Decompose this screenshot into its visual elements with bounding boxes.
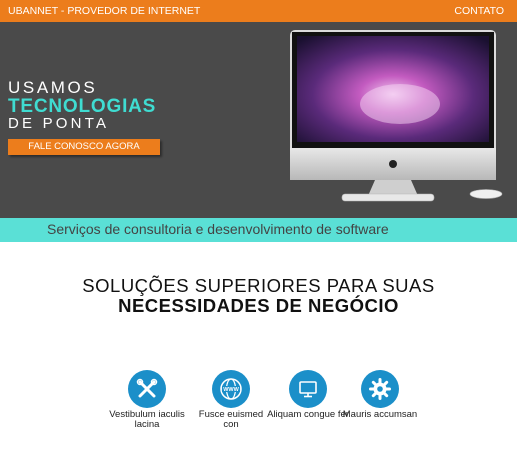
top-bar: UBANNET - PROVEDOR DE INTERNET CONTATO	[0, 0, 517, 22]
feature-label: Vestibulum iaculis lacina	[109, 409, 185, 430]
globe-www-icon: WWW	[212, 370, 250, 408]
hero-banner: USAMOS TECNOLOGIAS DE PONTA FALE CONOSCO…	[0, 22, 517, 218]
feature-item-2[interactable]: WWW Fusce euismed con	[190, 370, 272, 430]
monitor-icon	[289, 370, 327, 408]
feature-label: Mauris accumsan	[342, 409, 418, 420]
section-title-line-2: NECESSIDADES DE NEGÓCIO	[118, 295, 399, 316]
contact-now-button[interactable]: FALE CONOSCO AGORA	[8, 139, 160, 155]
contact-link[interactable]: CONTATO	[454, 5, 504, 17]
feature-label: Aliquam congue fer	[267, 409, 349, 420]
tools-icon	[128, 370, 166, 408]
feature-label: Fusce euismed con	[198, 409, 264, 430]
services-band: Serviços de consultoria e desenvolviment…	[0, 218, 517, 242]
feature-item-3[interactable]: Aliquam congue fer	[267, 370, 349, 420]
gear-icon	[361, 370, 399, 408]
site-brand[interactable]: UBANNET - PROVEDOR DE INTERNET	[8, 5, 200, 17]
hero-line-3: DE PONTA	[8, 115, 110, 132]
section-title-line-1: SOLUÇÕES SUPERIORES PARA SUAS	[82, 275, 435, 296]
hero-line-2: TECNOLOGIAS	[8, 96, 157, 117]
services-band-text: Serviços de consultoria e desenvolviment…	[47, 221, 389, 237]
feature-item-4[interactable]: Mauris accumsan	[339, 370, 421, 420]
hero-line-1: USAMOS	[8, 78, 98, 97]
desktop-computer-image	[290, 30, 503, 202]
svg-text:WWW: WWW	[223, 387, 239, 393]
feature-item-1[interactable]: Vestibulum iaculis lacina	[106, 370, 188, 430]
